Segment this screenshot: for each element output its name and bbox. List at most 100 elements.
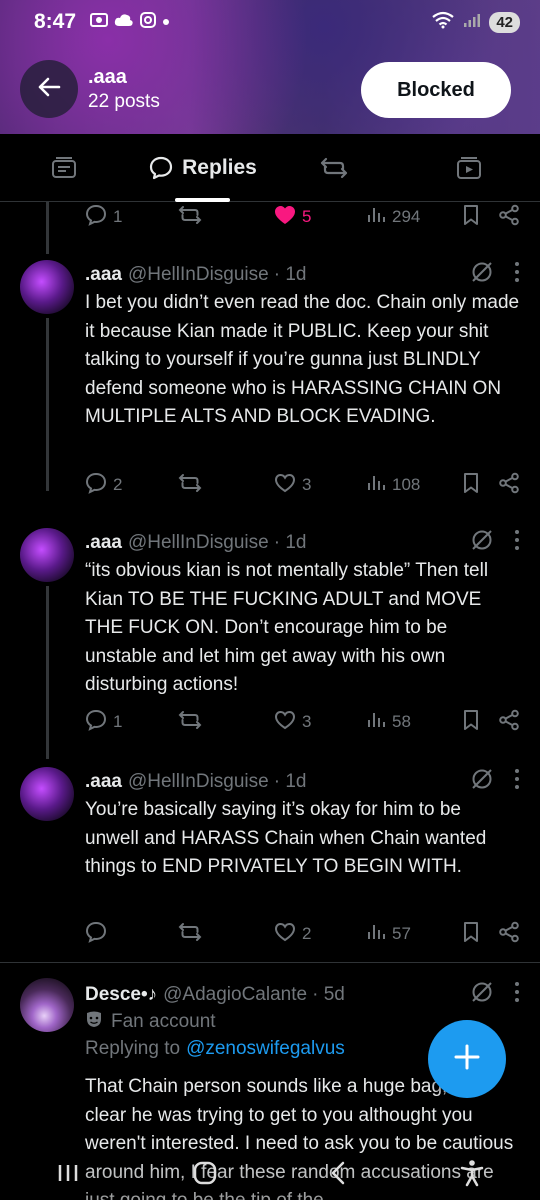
tweet-actions: 1 5 294 xyxy=(85,202,520,232)
grok-icon[interactable] xyxy=(470,767,494,797)
repost-button[interactable] xyxy=(178,922,274,947)
reply-count: 2 xyxy=(113,475,123,494)
back-button[interactable] xyxy=(20,60,78,118)
author-handle: @HellInDisguise xyxy=(127,771,269,792)
tweet-actions: 1 3 58 xyxy=(85,707,520,737)
views-button[interactable]: 57 xyxy=(366,922,452,947)
recent-apps-icon[interactable] xyxy=(55,1161,81,1190)
bookmark-icon[interactable] xyxy=(462,709,480,736)
tab-replies-label: Replies xyxy=(182,155,257,179)
repost-button[interactable] xyxy=(178,205,274,230)
author-handle: @HellInDisguise xyxy=(127,264,269,285)
more-icon[interactable] xyxy=(514,768,520,796)
heart-filled-icon xyxy=(274,205,296,230)
reply-bubble-icon xyxy=(148,155,174,181)
reply-icon xyxy=(85,204,107,231)
media-icon xyxy=(456,156,482,180)
post-count: 22 posts xyxy=(88,91,160,112)
tab-replies[interactable]: Replies xyxy=(135,134,270,202)
views-button[interactable]: 58 xyxy=(366,710,452,735)
author-handle: @AdagioCalante xyxy=(163,984,308,1005)
grok-icon[interactable] xyxy=(470,260,494,290)
fan-account-label: Fan account xyxy=(111,1011,216,1032)
more-icon[interactable] xyxy=(514,529,520,557)
arrow-left-icon xyxy=(37,76,61,103)
like-button[interactable]: 3 xyxy=(274,710,366,735)
repost-icon xyxy=(178,473,202,498)
reply-icon xyxy=(85,709,107,736)
like-button[interactable]: 5 xyxy=(274,205,366,230)
reply-button[interactable]: 2 xyxy=(85,472,178,499)
like-count: 5 xyxy=(302,207,312,226)
tweet-time: · 1d xyxy=(273,532,307,553)
heart-icon xyxy=(274,710,296,735)
share-icon[interactable] xyxy=(498,709,520,736)
system-nav-bar xyxy=(0,1150,540,1200)
signal-icon xyxy=(463,12,481,33)
repost-icon xyxy=(320,156,348,180)
reply-button[interactable]: 1 xyxy=(85,709,178,736)
status-bar: 8:47 42 xyxy=(0,0,540,44)
view-count: 58 xyxy=(392,712,411,731)
views-button[interactable]: 294 xyxy=(366,205,452,230)
compose-button[interactable] xyxy=(428,1020,506,1098)
tweet[interactable]: .aaa @HellInDisguise · 1d You’re basical… xyxy=(0,767,540,962)
avatar[interactable] xyxy=(20,260,74,314)
heart-icon xyxy=(274,473,296,498)
views-icon xyxy=(366,710,386,735)
reply-button[interactable]: 1 xyxy=(85,204,178,231)
back-nav-icon[interactable] xyxy=(328,1160,348,1191)
tweet-text: I bet you didn’t even read the doc. Chai… xyxy=(85,292,520,427)
more-icon[interactable] xyxy=(514,981,520,1009)
share-icon[interactable] xyxy=(498,921,520,948)
tab-posts[interactable] xyxy=(0,134,135,201)
posts-icon xyxy=(51,156,77,180)
avatar[interactable] xyxy=(20,978,74,1032)
plus-icon xyxy=(453,1043,481,1076)
views-icon xyxy=(366,473,386,498)
author-name[interactable]: .aaa xyxy=(85,532,122,554)
repost-icon xyxy=(178,922,202,947)
tab-media[interactable] xyxy=(405,134,540,201)
repost-button[interactable] xyxy=(178,710,274,735)
author-name[interactable]: .aaa xyxy=(85,264,122,286)
like-count: 3 xyxy=(302,712,312,731)
tweet-actions: 2 57 xyxy=(85,919,520,949)
more-icon[interactable] xyxy=(514,261,520,289)
like-button[interactable]: 2 xyxy=(274,922,366,947)
tab-reposts[interactable] xyxy=(270,134,405,201)
home-icon[interactable] xyxy=(192,1160,218,1191)
grok-icon[interactable] xyxy=(470,528,494,558)
reply-count: 1 xyxy=(113,712,123,731)
bookmark-icon[interactable] xyxy=(462,921,480,948)
like-button[interactable]: 3 xyxy=(274,473,366,498)
tweet[interactable]: .aaa @HellInDisguise · 1d I bet you didn… xyxy=(0,254,540,494)
mention-link[interactable]: @zenoswifegalvus xyxy=(186,1038,345,1060)
bookmark-icon[interactable] xyxy=(462,204,480,231)
bookmark-icon[interactable] xyxy=(462,472,480,499)
author-name[interactable]: .aaa xyxy=(85,771,122,793)
accessibility-icon[interactable] xyxy=(459,1159,485,1192)
heart-icon xyxy=(274,922,296,947)
tweet-time: · 5d xyxy=(312,984,345,1005)
views-button[interactable]: 108 xyxy=(366,473,452,498)
share-icon[interactable] xyxy=(498,204,520,231)
thread-line xyxy=(46,318,49,491)
tweet-text: You’re basically saying it’s okay for hi… xyxy=(85,799,487,877)
view-count: 57 xyxy=(392,924,411,943)
views-icon xyxy=(366,205,386,230)
tweet-time: · 1d xyxy=(273,264,307,285)
share-icon[interactable] xyxy=(498,472,520,499)
tweet[interactable]: .aaa @HellInDisguise · 1d “its obvious k… xyxy=(0,522,540,759)
reply-icon xyxy=(85,472,107,499)
like-count: 2 xyxy=(302,924,312,943)
repost-button[interactable] xyxy=(178,473,274,498)
blocked-button[interactable]: Blocked xyxy=(361,62,511,118)
reply-button[interactable] xyxy=(85,921,178,948)
author-name[interactable]: Desce•♪ xyxy=(85,984,157,1006)
dot-icon xyxy=(162,13,170,31)
author-handle: @HellInDisguise xyxy=(127,532,269,553)
avatar[interactable] xyxy=(20,528,74,582)
grok-icon[interactable] xyxy=(470,980,494,1010)
avatar[interactable] xyxy=(20,767,74,821)
